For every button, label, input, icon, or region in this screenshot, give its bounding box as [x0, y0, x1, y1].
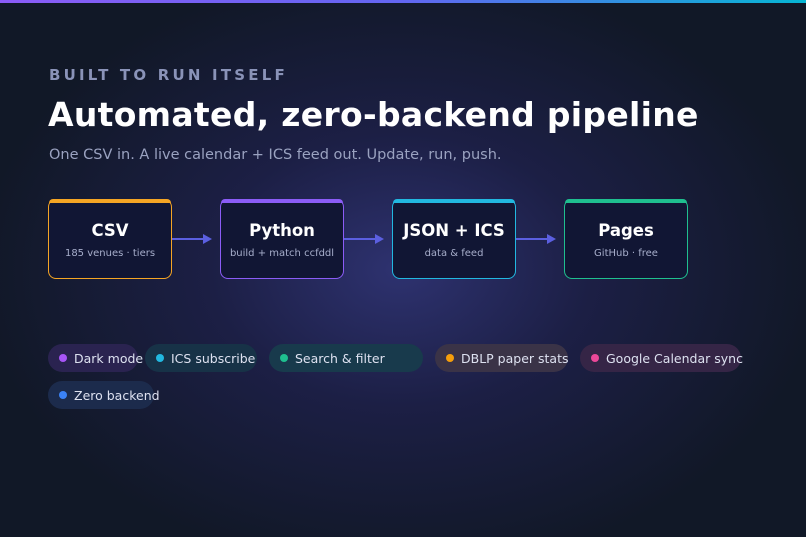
feature-pill-zero-backend: Zero backend [48, 381, 160, 409]
arrow-right-icon [172, 234, 212, 244]
pipeline-step-json-ics: JSON + ICS data & feed [392, 198, 516, 279]
step-title: Pages [598, 221, 654, 240]
dot-icon [591, 354, 599, 362]
feature-pill-ics-subscribe: ICS subscribe [145, 344, 257, 372]
step-title: JSON + ICS [403, 221, 505, 240]
dot-icon [59, 354, 67, 362]
top-accent-bar [0, 0, 806, 3]
feature-pill-dark-mode: Dark mode [48, 344, 143, 372]
pipeline-step-pages: Pages GitHub · free [564, 198, 688, 279]
eyebrow-label: BUILT TO RUN ITSELF [49, 66, 288, 84]
feature-label: ICS subscribe [171, 350, 256, 366]
dot-icon [280, 354, 288, 362]
pipeline-step-csv: CSV 185 venues · tiers [48, 198, 172, 279]
step-accent-bar [221, 198, 343, 203]
step-title: Python [249, 221, 315, 240]
step-subtitle: GitHub · free [594, 248, 658, 259]
feature-label: Google Calendar sync [606, 350, 743, 366]
step-accent-bar [565, 198, 687, 203]
dot-icon [446, 354, 454, 362]
feature-pill-google-calendar-sync: Google Calendar sync [580, 344, 743, 372]
page-subtitle: One CSV in. A live calendar + ICS feed o… [49, 147, 502, 163]
dot-icon [59, 391, 67, 399]
step-subtitle: data & feed [424, 248, 484, 259]
feature-pill-search-filter: Search & filter [269, 344, 423, 372]
dot-icon [156, 354, 164, 362]
step-subtitle: build + match ccfddl [229, 248, 335, 259]
feature-label: Search & filter [295, 350, 385, 366]
feature-label: Zero backend [74, 387, 160, 403]
pipeline-step-python: Python build + match ccfddl [220, 198, 344, 279]
page-title: Automated, zero-backend pipeline [48, 95, 699, 134]
step-subtitle: 185 venues · tiers [64, 248, 156, 259]
feature-pill-dblp-paper-stats: DBLP paper stats [435, 344, 569, 372]
arrow-right-icon [516, 234, 556, 244]
step-title: CSV [91, 221, 129, 240]
feature-label: DBLP paper stats [461, 350, 569, 366]
step-accent-bar [393, 198, 515, 203]
arrow-right-icon [344, 234, 384, 244]
feature-label: Dark mode [74, 350, 144, 366]
step-accent-bar [49, 198, 171, 203]
